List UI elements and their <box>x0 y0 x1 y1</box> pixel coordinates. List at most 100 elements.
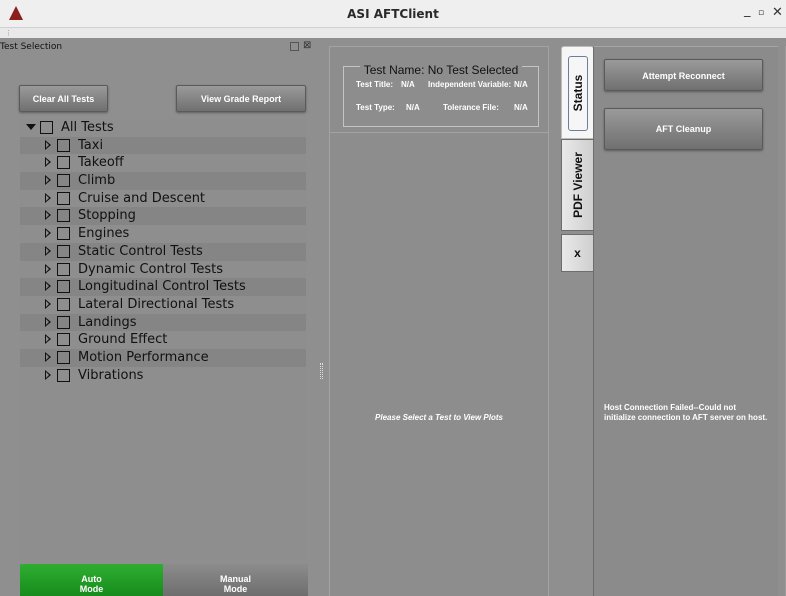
tree-row[interactable]: Motion Performance <box>20 348 306 367</box>
float-panel-icon[interactable] <box>290 42 299 51</box>
tree-row[interactable]: Takeoff <box>20 154 306 173</box>
tolerance-file-value: N/A <box>514 103 528 112</box>
tree-row-label: Taxi <box>78 137 104 153</box>
expand-arrow-icon[interactable] <box>45 245 51 256</box>
tree-row[interactable]: Landings <box>20 313 306 332</box>
expand-arrow-icon[interactable] <box>45 228 51 239</box>
tree-row[interactable]: Lateral Directional Tests <box>20 295 306 314</box>
tree-row-checkbox[interactable] <box>57 244 70 258</box>
tree-row-label: Cruise and Descent <box>78 190 206 206</box>
tree-row[interactable]: Vibrations <box>20 366 306 385</box>
expand-arrow-icon[interactable] <box>45 351 51 362</box>
tab-pdf-viewer-label: PDF Viewer <box>570 152 585 218</box>
tree-row-checkbox[interactable] <box>57 333 70 347</box>
tab-status[interactable]: Status <box>561 46 594 139</box>
status-panel: Attempt Reconnect AFT Cleanup Host Conne… <box>593 46 778 596</box>
view-grade-report-button[interactable]: View Grade Report <box>176 85 306 112</box>
tree-row-label: Motion Performance <box>78 349 209 365</box>
test-info-group: Test Name: No Test Selected Test Title: … <box>343 63 539 127</box>
tree-row-label: Ground Effect <box>78 332 168 348</box>
tree-row[interactable]: Taxi <box>20 136 306 155</box>
tree-row-label: Static Control Tests <box>78 243 203 259</box>
manual-mode-button[interactable]: Manual Mode <box>163 564 308 596</box>
tree-row-label: Vibrations <box>78 367 144 383</box>
toolbar-handle: ⋮ <box>0 28 786 38</box>
expand-arrow-icon[interactable] <box>45 263 51 274</box>
tree-root-label: All Tests <box>61 120 114 135</box>
tree-root-row[interactable]: All Tests <box>20 119 306 137</box>
tree-row[interactable]: Cruise and Descent <box>20 189 306 208</box>
grip-icon: ⋮ <box>5 29 12 37</box>
close-tab-icon: x <box>574 246 581 260</box>
independent-variable-label: Independent Variable: <box>428 80 512 89</box>
tree-row-label: Takeoff <box>78 155 124 171</box>
expand-arrow-icon[interactable] <box>45 369 51 380</box>
tree-row[interactable]: Ground Effect <box>20 331 306 349</box>
expand-arrow-icon[interactable] <box>45 192 51 203</box>
test-tree: All Tests Taxi Takeoff Climb Cruise and Des… <box>20 119 306 559</box>
tree-row[interactable]: Stopping <box>20 207 306 226</box>
tolerance-file-label: Tolerance File: <box>443 103 499 112</box>
panel-title: Test Selection <box>0 42 63 52</box>
splitter-grip-icon[interactable] <box>320 363 323 379</box>
close-panel-icon[interactable]: ⊠ <box>303 40 311 51</box>
panel-splitter[interactable] <box>318 38 325 596</box>
connection-status-message: Host Connection Failed--Could not initia… <box>604 403 768 422</box>
attempt-reconnect-button[interactable]: Attempt Reconnect <box>604 59 763 91</box>
tree-row-checkbox[interactable] <box>57 138 70 152</box>
tree-row-label: Landings <box>78 314 137 330</box>
tree-row-checkbox[interactable] <box>57 227 70 241</box>
divider <box>330 132 548 133</box>
aft-cleanup-button[interactable]: AFT Cleanup <box>604 108 763 150</box>
tree-row[interactable]: Longitudinal Control Tests <box>20 278 306 296</box>
clear-all-tests-button[interactable]: Clear All Tests <box>19 85 108 112</box>
expand-arrow-icon[interactable] <box>45 139 51 150</box>
manual-mode-line1: Manual <box>219 574 251 584</box>
tree-row-label: Stopping <box>78 208 136 224</box>
tree-row[interactable]: Static Control Tests <box>20 242 306 261</box>
vertical-tabs: Status PDF Viewer x <box>561 46 594 596</box>
tree-row-checkbox[interactable] <box>57 315 70 329</box>
auto-mode-line2: Mode <box>79 584 104 594</box>
plot-placeholder-message: Please Select a Test to View Plots <box>375 413 503 422</box>
maximize-button[interactable]: ▫ <box>758 8 764 18</box>
tree-row-checkbox[interactable] <box>57 350 70 364</box>
tree-row-checkbox[interactable] <box>57 174 70 188</box>
expand-arrow-icon[interactable] <box>45 157 51 168</box>
test-type-label: Test Type: <box>356 103 395 112</box>
tab-close[interactable]: x <box>561 234 594 272</box>
test-type-value: N/A <box>406 103 420 112</box>
tree-row-checkbox[interactable] <box>57 191 70 205</box>
tree-row-checkbox[interactable] <box>57 262 70 276</box>
close-window-button[interactable]: ✕ <box>772 5 783 20</box>
expand-arrow-icon[interactable] <box>45 175 51 186</box>
collapse-arrow-icon[interactable] <box>26 124 36 130</box>
expand-arrow-icon[interactable] <box>45 298 51 309</box>
tree-row-label: Longitudinal Control Tests <box>78 279 246 295</box>
tree-row-checkbox[interactable] <box>57 280 70 294</box>
tree-row-checkbox[interactable] <box>57 156 70 170</box>
tree-row-label: Climb <box>78 173 116 189</box>
independent-variable-value: N/A <box>514 80 528 89</box>
tree-row[interactable]: Engines <box>20 225 306 243</box>
root-checkbox[interactable] <box>40 121 53 134</box>
tab-status-label: Status <box>570 74 585 111</box>
test-name-title: Test Name: No Test Selected <box>359 63 523 77</box>
auto-mode-line1: Auto <box>81 574 102 584</box>
tree-row[interactable]: Climb <box>20 172 306 190</box>
expand-arrow-icon[interactable] <box>45 281 51 292</box>
tree-row-checkbox[interactable] <box>57 209 70 223</box>
test-selection-panel: Test Selection ⊠ Clear All Tests View Gr… <box>0 38 318 596</box>
tree-row[interactable]: Dynamic Control Tests <box>20 260 306 279</box>
tab-pdf-viewer[interactable]: PDF Viewer <box>561 139 594 231</box>
auto-mode-button[interactable]: Auto Mode <box>20 564 163 596</box>
expand-arrow-icon[interactable] <box>45 334 51 345</box>
minimize-button[interactable]: _ <box>744 3 751 18</box>
tree-row-checkbox[interactable] <box>57 368 70 382</box>
expand-arrow-icon[interactable] <box>45 316 51 327</box>
expand-arrow-icon[interactable] <box>45 210 51 221</box>
title-bar: ASI AFTClient _ ▫ ✕ <box>0 0 786 28</box>
manual-mode-line2: Mode <box>223 584 248 594</box>
tree-row-checkbox[interactable] <box>57 297 70 311</box>
mode-toggle: Auto Mode Manual Mode <box>20 564 308 596</box>
